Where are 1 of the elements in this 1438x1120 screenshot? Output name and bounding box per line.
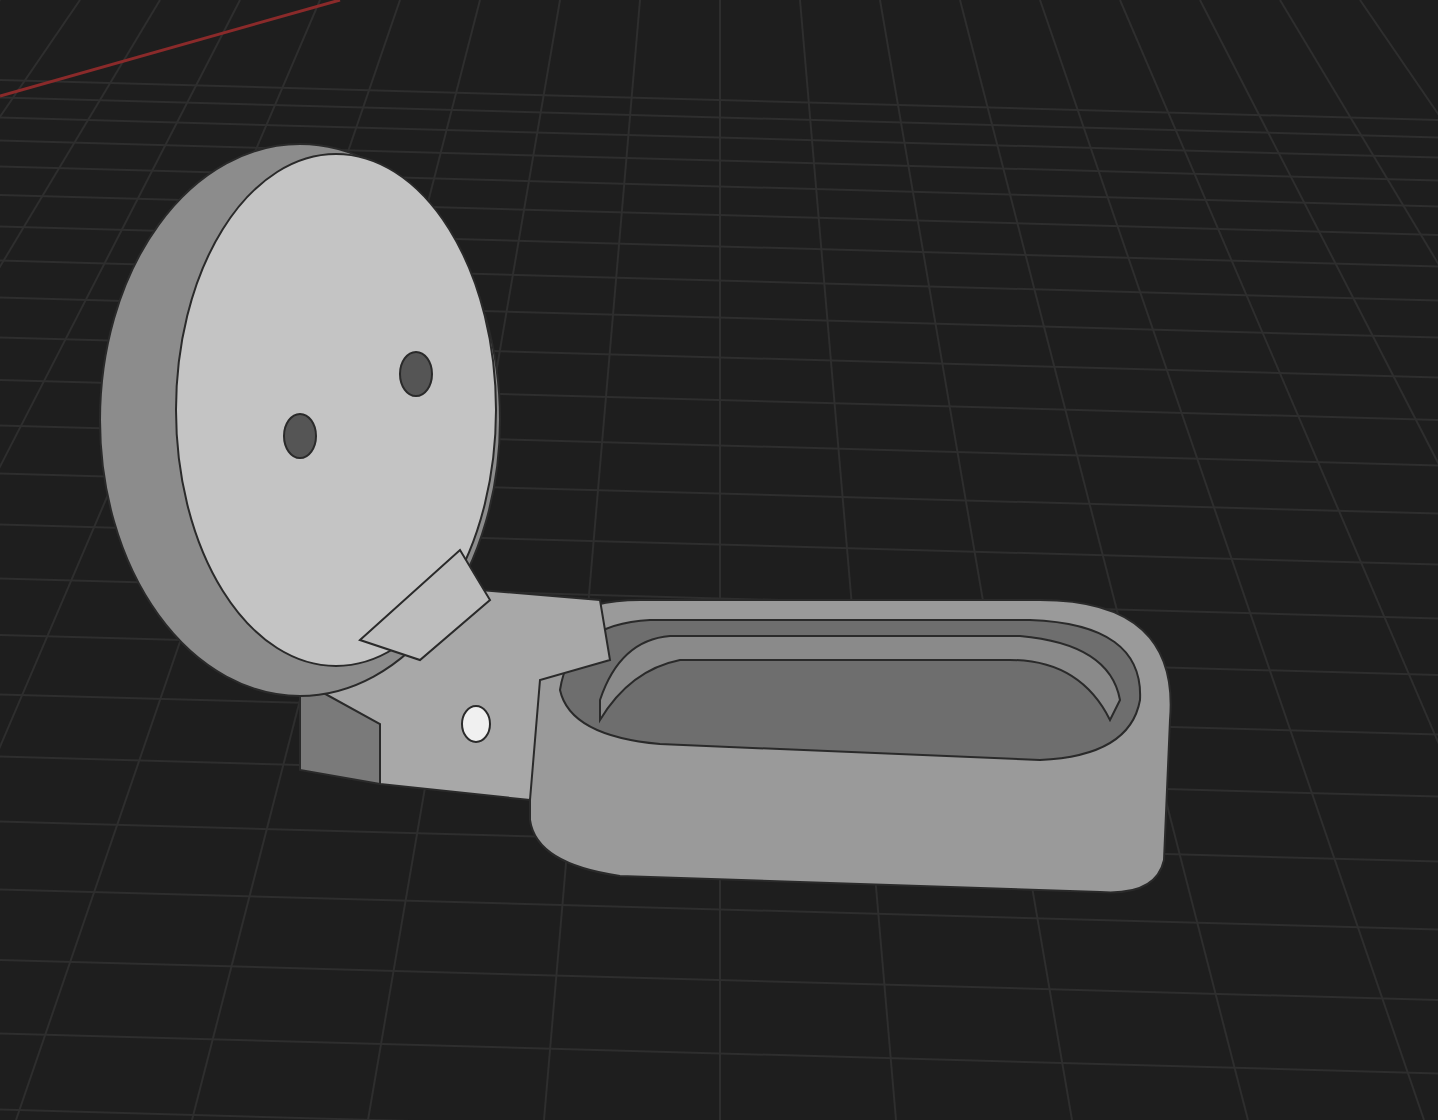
- 3d-viewport[interactable]: [0, 0, 1438, 1120]
